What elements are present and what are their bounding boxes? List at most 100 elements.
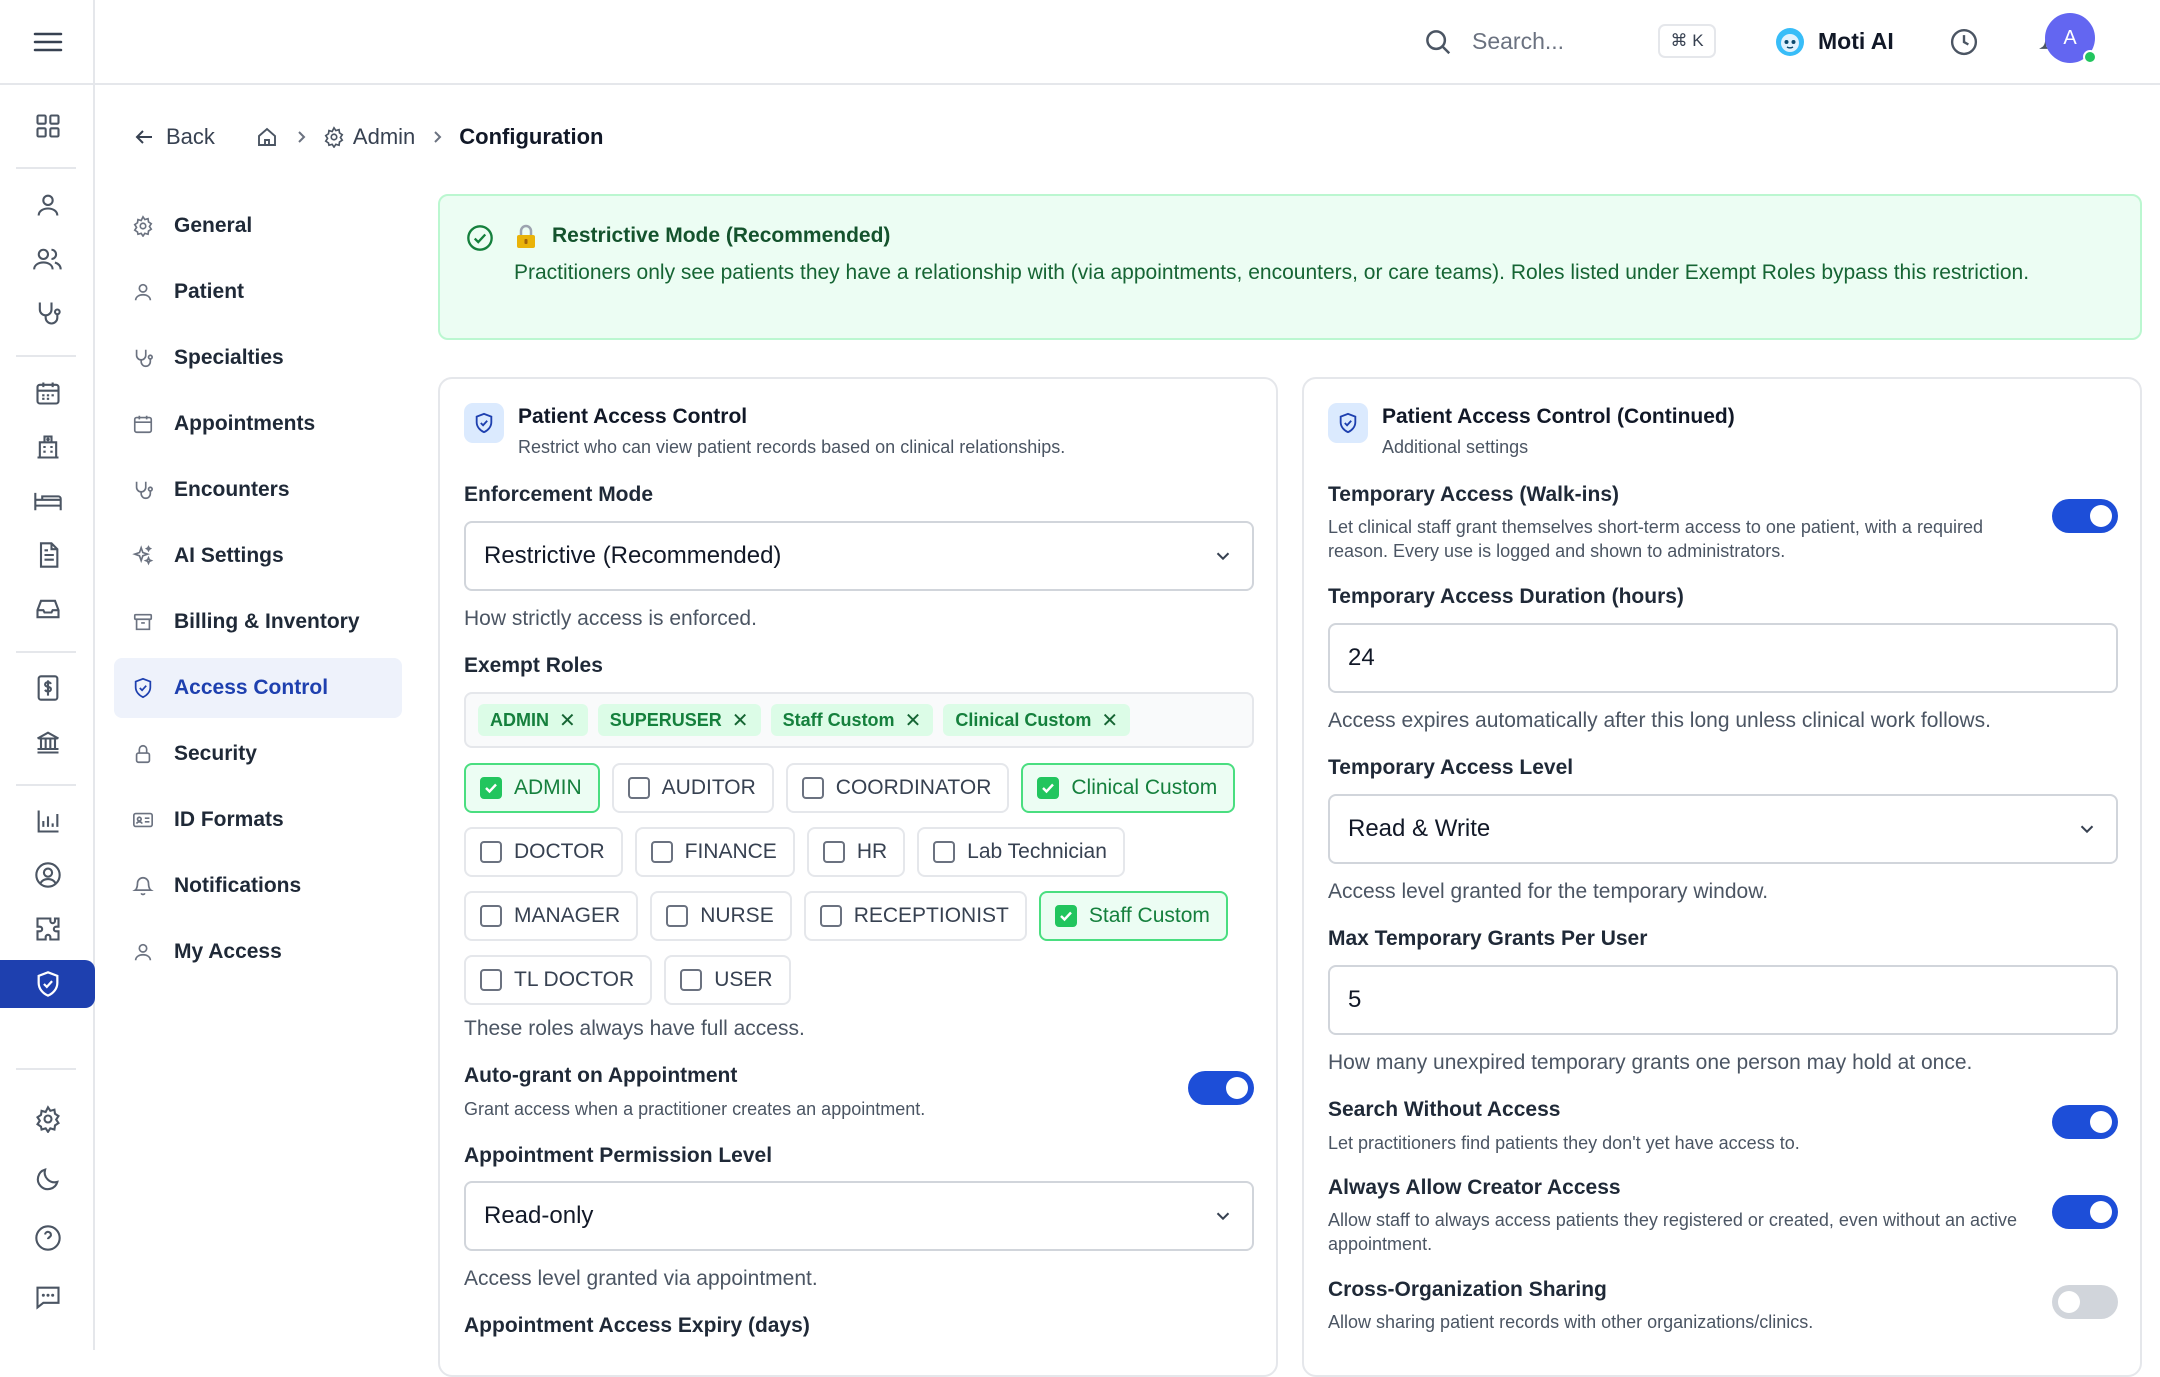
stethoscope-icon[interactable] bbox=[0, 289, 95, 337]
document-icon[interactable] bbox=[0, 531, 95, 579]
card-title: Patient Access Control bbox=[518, 405, 748, 428]
role-checkbox-lab-technician[interactable]: Lab Technician bbox=[917, 827, 1125, 877]
rail-divider bbox=[16, 355, 76, 357]
creator-access-description: Allow staff to always access patients th… bbox=[1328, 1210, 2018, 1254]
assistant-button[interactable]: Moti AI bbox=[1818, 28, 1894, 55]
user-circle-icon[interactable] bbox=[0, 851, 95, 899]
chevron-right-icon bbox=[293, 129, 309, 145]
check-icon bbox=[485, 783, 497, 794]
role-checkbox-doctor[interactable]: DOCTOR bbox=[464, 827, 623, 877]
inbox-icon[interactable] bbox=[0, 585, 95, 633]
role-checkbox-manager[interactable]: MANAGER bbox=[464, 891, 639, 941]
role-chip: SUPERUSER ✕ bbox=[597, 704, 761, 736]
role-checkbox-finance[interactable]: FINANCE bbox=[634, 827, 795, 877]
breadcrumb-admin[interactable]: Admin bbox=[323, 124, 415, 150]
search-input[interactable]: Search... bbox=[1472, 28, 1564, 55]
people-icon[interactable] bbox=[0, 235, 95, 283]
close-icon[interactable]: ✕ bbox=[559, 708, 576, 733]
nav-item-patient[interactable]: Patient bbox=[114, 262, 402, 322]
role-checkbox-nurse[interactable]: NURSE bbox=[650, 891, 792, 941]
checkbox bbox=[801, 777, 824, 799]
person-icon bbox=[132, 941, 154, 963]
check-circle-icon bbox=[466, 224, 494, 252]
bed-icon[interactable] bbox=[0, 477, 95, 525]
help-icon[interactable] bbox=[0, 1214, 95, 1262]
role-checkbox-clinical-custom[interactable]: Clinical Custom bbox=[1021, 763, 1236, 813]
role-label: NURSE bbox=[700, 904, 774, 927]
cross-org-sharing-toggle[interactable] bbox=[2052, 1285, 2118, 1319]
nav-item-billing[interactable]: Billing & Inventory bbox=[114, 592, 402, 652]
toggle-knob bbox=[2090, 505, 2112, 527]
autogrant-toggle[interactable] bbox=[1188, 1071, 1254, 1105]
nav-item-encounters[interactable]: Encounters bbox=[114, 460, 402, 520]
close-icon[interactable]: ✕ bbox=[905, 708, 922, 733]
back-button[interactable]: Back bbox=[132, 124, 215, 150]
chevron-right-icon bbox=[429, 129, 445, 145]
card-subtitle: Additional settings bbox=[1382, 437, 1529, 457]
home-icon[interactable] bbox=[255, 125, 279, 149]
puzzle-icon[interactable] bbox=[0, 905, 95, 953]
nav-item-security[interactable]: Security bbox=[114, 724, 402, 784]
chart-icon[interactable] bbox=[0, 797, 95, 845]
close-icon[interactable]: ✕ bbox=[732, 708, 749, 733]
role-checkbox-coordinator[interactable]: COORDINATOR bbox=[785, 763, 1010, 813]
nav-item-my-access[interactable]: My Access bbox=[114, 922, 402, 982]
nav-item-access-control[interactable]: Access Control bbox=[114, 658, 402, 718]
chat-icon[interactable] bbox=[0, 1273, 95, 1321]
role-label: ADMIN bbox=[514, 776, 582, 799]
nav-item-id-formats[interactable]: ID Formats bbox=[114, 790, 402, 850]
gear-icon bbox=[324, 126, 344, 148]
chip-label: SUPERUSER bbox=[609, 709, 722, 730]
checkbox bbox=[822, 841, 845, 863]
calendar-icon[interactable] bbox=[0, 369, 95, 417]
role-checkbox-receptionist[interactable]: RECEPTIONIST bbox=[803, 891, 1027, 941]
rail-divider bbox=[16, 1068, 76, 1070]
nav-item-notifications[interactable]: Notifications bbox=[114, 856, 402, 916]
gear-icon[interactable] bbox=[0, 1095, 95, 1143]
menu-icon[interactable] bbox=[0, 18, 95, 66]
nav-item-label: Billing & Inventory bbox=[174, 610, 360, 633]
max-grants-input[interactable]: 5 bbox=[1328, 965, 2118, 1035]
creator-access-toggle[interactable] bbox=[2052, 1195, 2118, 1229]
dollar-icon[interactable] bbox=[0, 664, 95, 712]
exempt-roles-hint: These roles always have full access. bbox=[464, 1017, 805, 1040]
duration-label: Temporary Access Duration (hours) bbox=[1328, 585, 1684, 608]
search-icon[interactable] bbox=[1423, 27, 1453, 57]
person-icon[interactable] bbox=[0, 181, 95, 229]
permission-level-select[interactable]: Read-only bbox=[464, 1181, 1254, 1251]
shield-icon[interactable] bbox=[0, 960, 95, 1008]
nav-item-appointments[interactable]: Appointments bbox=[114, 394, 402, 454]
duration-hint: Access expires automatically after this … bbox=[1328, 709, 1991, 732]
moon-icon[interactable] bbox=[0, 1155, 95, 1203]
role-checkbox-auditor[interactable]: AUDITOR bbox=[611, 763, 774, 813]
temporary-level-select[interactable]: Read & Write bbox=[1328, 794, 2118, 864]
rail-divider bbox=[16, 167, 76, 169]
hospital-icon[interactable] bbox=[0, 423, 95, 471]
nav-item-ai-settings[interactable]: AI Settings bbox=[114, 526, 402, 586]
dashboard-icon[interactable] bbox=[0, 102, 95, 150]
search-without-access-toggle[interactable] bbox=[2052, 1105, 2118, 1139]
role-checkbox-admin[interactable]: ADMIN bbox=[464, 763, 600, 813]
id-card-icon bbox=[132, 809, 154, 831]
nav-item-label: Patient bbox=[174, 280, 245, 303]
role-checkbox-tl-doctor[interactable]: TL DOCTOR bbox=[464, 955, 653, 1005]
toggle-knob bbox=[2090, 1111, 2112, 1133]
banner-title: Restrictive Mode (Recommended) bbox=[552, 224, 891, 247]
temporary-access-toggle[interactable] bbox=[2052, 499, 2118, 533]
duration-input[interactable]: 24 bbox=[1328, 623, 2118, 693]
robot-icon[interactable] bbox=[1775, 27, 1805, 57]
close-icon[interactable]: ✕ bbox=[1101, 708, 1118, 733]
clock-icon[interactable] bbox=[1949, 27, 1979, 57]
patient-access-control-card: Patient Access Control Restrict who can … bbox=[438, 377, 1278, 1377]
bank-icon[interactable] bbox=[0, 718, 95, 766]
nav-item-general[interactable]: General bbox=[114, 196, 402, 256]
exempt-roles-chips[interactable]: ADMIN ✕ SUPERUSER ✕ Staff Custom ✕ Clinical… bbox=[464, 692, 1254, 748]
rail-divider bbox=[16, 651, 76, 653]
nav-item-specialties[interactable]: Specialties bbox=[114, 328, 402, 388]
role-checkbox-hr[interactable]: HR bbox=[806, 827, 906, 877]
nav-item-label: ID Formats bbox=[174, 808, 284, 831]
nav-item-label: My Access bbox=[174, 940, 282, 963]
role-checkbox-user[interactable]: USER bbox=[664, 955, 791, 1005]
enforcement-mode-select[interactable]: Restrictive (Recommended) bbox=[464, 521, 1254, 591]
role-checkbox-staff-custom[interactable]: Staff Custom bbox=[1038, 891, 1228, 941]
